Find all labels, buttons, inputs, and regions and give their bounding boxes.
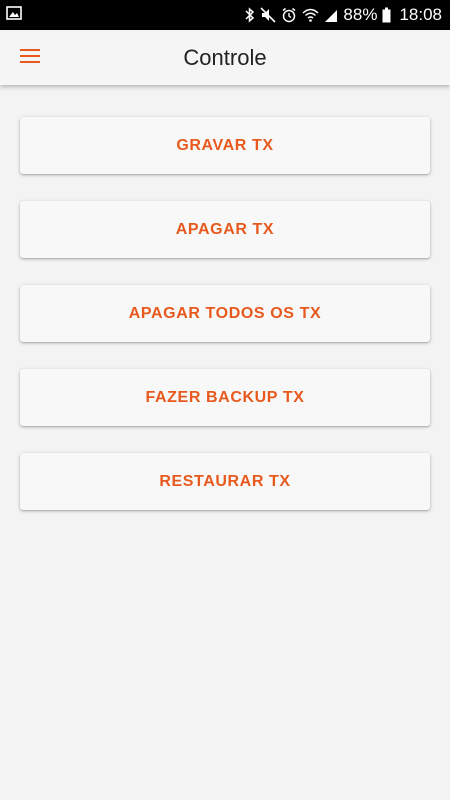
battery-icon (382, 7, 391, 23)
bluetooth-icon (245, 7, 255, 23)
delete-all-tx-button[interactable]: APAGAR TODOS OS TX (20, 285, 430, 342)
gallery-icon (6, 5, 22, 25)
menu-button[interactable] (10, 38, 50, 78)
status-time: 18:08 (399, 5, 442, 24)
page-title: Controle (183, 44, 267, 70)
mute-icon (260, 7, 276, 23)
status-right: 88% 18:08 (245, 5, 442, 25)
action-list: GRAVAR TX APAGAR TX APAGAR TODOS OS TX F… (0, 85, 450, 800)
app-bar: Controle (0, 30, 450, 85)
status-left (6, 5, 22, 25)
backup-tx-button[interactable]: FAZER BACKUP TX (20, 369, 430, 426)
hamburger-menu-icon[interactable] (20, 48, 40, 68)
status-bar: 88% 18:08 (0, 0, 450, 30)
record-tx-button[interactable]: GRAVAR TX (20, 117, 430, 174)
battery-percent: 88% (343, 5, 378, 24)
delete-tx-button[interactable]: APAGAR TX (20, 201, 430, 258)
restore-tx-button[interactable]: RESTAURAR TX (20, 453, 430, 510)
alarm-icon (281, 7, 297, 23)
wifi-icon (302, 7, 319, 23)
signal-icon (324, 7, 338, 23)
